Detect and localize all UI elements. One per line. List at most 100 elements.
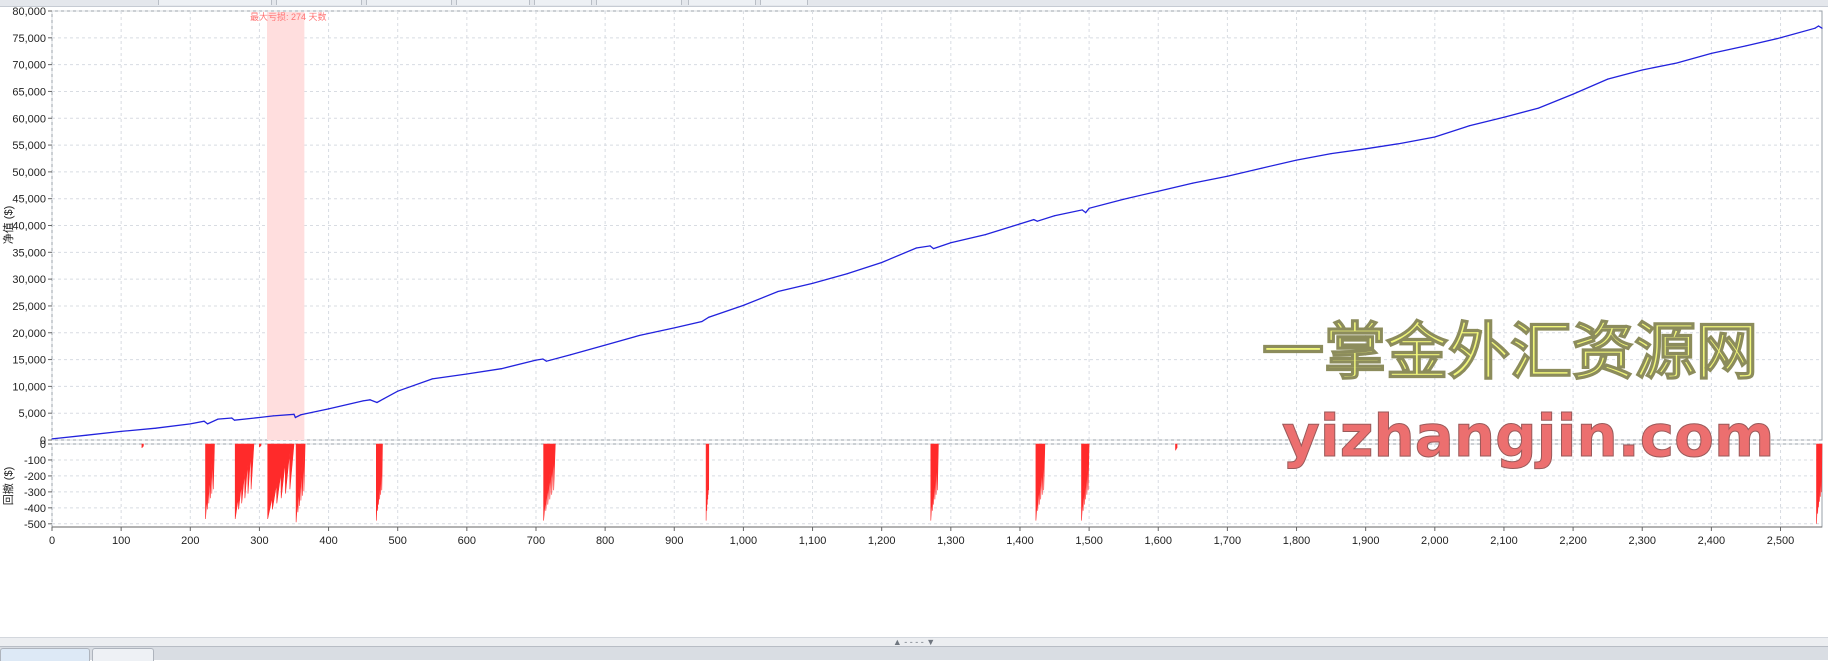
equity-point [673, 327, 675, 329]
drawdown-axis-title: 回撤 ($) [1, 467, 15, 506]
equity-point [1088, 207, 1090, 209]
equity-point [362, 400, 364, 402]
equity-point [294, 416, 296, 419]
y-tick-label: 80,000 [12, 6, 46, 18]
x-tick-label: 500 [389, 535, 407, 547]
y-tick-label: 60,000 [12, 113, 46, 125]
y-tick-label: 20,000 [12, 328, 46, 340]
equity-point [231, 417, 233, 419]
y-tick-label: 30,000 [12, 274, 46, 286]
y-tick-label: 50,000 [12, 167, 46, 179]
equity-point [932, 247, 935, 250]
drawdown-y-tick-labels: 0 -100 -200 -300 -400 -500 [24, 439, 52, 531]
y-tick-label: 65,000 [12, 86, 46, 98]
x-tick-label: 400 [319, 535, 337, 547]
equity-point [1817, 25, 1820, 27]
equity-point [604, 344, 606, 346]
equity-point [1821, 27, 1823, 29]
equity-point [466, 373, 468, 375]
equity-point [569, 354, 572, 356]
x-tick-label: 800 [596, 535, 614, 547]
bottom-tab[interactable] [92, 648, 154, 661]
y-tick-label: 75,000 [12, 33, 46, 45]
equity-point [777, 290, 779, 293]
y-tick-label: 55,000 [12, 140, 46, 152]
equity-point [1710, 52, 1712, 54]
watermark-chinese: 一掌金外汇资源网 [1262, 315, 1758, 388]
y-tick-label: 25,000 [12, 301, 46, 313]
equity-point [1814, 27, 1816, 29]
equity-point [535, 359, 537, 361]
x-tick-label: 1,300 [937, 535, 965, 547]
equity-point [708, 316, 710, 318]
equity-point [881, 261, 883, 264]
watermark-domain: yizhangjin.com [1282, 402, 1774, 470]
y-tick-label: -200 [24, 471, 46, 483]
equity-point [376, 401, 378, 404]
equity-point [1676, 62, 1678, 64]
equity-point [1434, 136, 1436, 138]
y-tick-label: -400 [24, 503, 46, 515]
panel-resize-strip[interactable]: ▲ - - - - ▼ [0, 637, 1828, 647]
equity-point [233, 419, 236, 421]
x-tick-label: 700 [527, 535, 545, 547]
equity-point [1572, 93, 1574, 95]
equity-point [639, 334, 641, 337]
equity-point [327, 408, 330, 410]
x-tick-label: 1,100 [799, 535, 827, 547]
x-axis: 0 100 200 300 400 500 600 700 800 900 1,000 1,100 1,… [49, 526, 1822, 547]
equity-point [85, 434, 88, 436]
equity-point [431, 378, 433, 380]
y-tick-label: 5,000 [18, 408, 46, 420]
y-tick-label: 15,000 [12, 355, 46, 367]
y-tick-label: 45,000 [12, 194, 46, 206]
equity-point [217, 418, 219, 420]
equity-point [1503, 116, 1505, 118]
equity-point [1053, 215, 1056, 217]
equity-point [1036, 220, 1038, 222]
equity-point [120, 430, 122, 433]
equity-point [950, 242, 952, 244]
y-tick-label: 35,000 [12, 247, 46, 259]
bottom-tab[interactable] [0, 648, 90, 661]
x-tick-label: 600 [458, 535, 476, 547]
equity-point [300, 414, 302, 416]
x-tick-label: 0 [49, 535, 55, 547]
x-tick-label: 2,100 [1490, 535, 1518, 547]
equity-point [1157, 190, 1159, 192]
y-tick-label: -100 [24, 455, 46, 467]
equity-y-tick-labels: 05,00010,00015,00020,00025,00030,00035,0… [12, 6, 52, 447]
equity-point [203, 420, 205, 422]
y-tick-label: 0 [40, 439, 46, 451]
x-tick-label: 2,200 [1559, 535, 1587, 547]
equity-point [369, 399, 371, 401]
equity-point [542, 358, 544, 360]
equity-point [155, 427, 157, 429]
equity-point [1745, 45, 1747, 47]
equity-point [1295, 159, 1298, 161]
x-tick-label: 900 [665, 535, 683, 547]
equity-drawdown-chart: 最大亏损: 274 天数 0 5,000 10,000 15,000 20,000 25,… [1, 6, 1823, 547]
x-tick-label: 1,900 [1352, 535, 1380, 547]
equity-point [1468, 125, 1470, 127]
x-tick-label: 2,300 [1628, 535, 1656, 547]
max-drawdown-label: 最大亏损: 274 天数 [250, 11, 327, 22]
x-tick-label: 2,400 [1698, 535, 1726, 547]
x-tick-label: 1,700 [1214, 535, 1242, 547]
equity-point [189, 423, 191, 425]
equity-point [500, 368, 503, 370]
y-tick-label: 10,000 [12, 381, 46, 393]
x-tick-label: 200 [181, 535, 199, 547]
x-tick-label: 1,400 [1006, 535, 1034, 547]
equity-point [1019, 223, 1021, 225]
equity-point [846, 273, 848, 275]
y-tick-label: -500 [24, 519, 46, 531]
y-tick-label: -300 [24, 487, 46, 499]
equity-point [1779, 37, 1782, 39]
x-tick-label: 1,500 [1075, 535, 1103, 547]
equity-axis-title: 净值 ($) [1, 206, 15, 245]
equity-point [1330, 153, 1332, 155]
equity-point [1081, 209, 1083, 211]
x-tick-label: 2,000 [1421, 535, 1449, 547]
x-tick-label: 100 [112, 535, 130, 547]
